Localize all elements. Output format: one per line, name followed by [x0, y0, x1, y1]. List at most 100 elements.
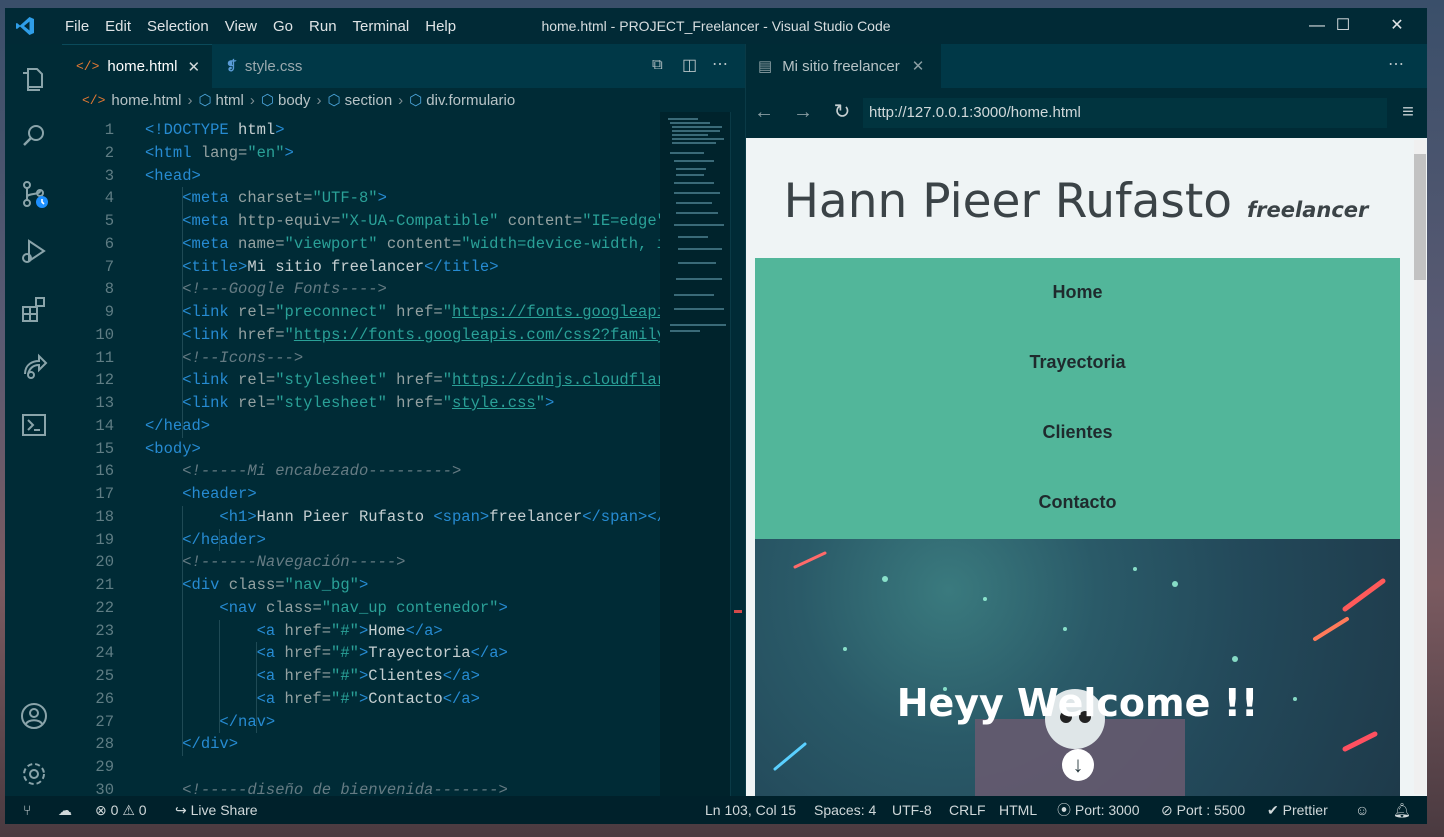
tab-label: style.css — [244, 57, 303, 75]
encoding[interactable]: UTF-8 — [892, 796, 932, 824]
code-line[interactable]: 29 — [62, 756, 660, 779]
more-actions-icon[interactable]: ⋯ — [712, 54, 728, 74]
code-line[interactable]: 17 <header> — [62, 483, 660, 506]
code-line[interactable]: 20 <!------Navegación-----> — [62, 551, 660, 574]
line-number: 22 — [95, 598, 114, 617]
code-line[interactable]: 21 <div class="nav_bg"> — [62, 574, 660, 597]
activity-bar — [5, 44, 62, 796]
menu-file[interactable]: File — [57, 18, 97, 35]
code-line[interactable]: 1 <!DOCTYPE html> — [62, 119, 660, 142]
code-line[interactable]: 27 </nav> — [62, 711, 660, 734]
line-number: 19 — [95, 530, 114, 549]
menu-go[interactable]: Go — [265, 18, 301, 35]
code-line[interactable]: 18 <h1>Hann Pieer Rufasto <span>freelanc… — [62, 506, 660, 529]
code-line[interactable]: 7 <title>Mi sitio freelancer</title> — [62, 256, 660, 279]
close-button[interactable]: ✕ — [1372, 8, 1422, 44]
language-mode[interactable]: HTML — [999, 796, 1037, 824]
code-line[interactable]: 2 <html lang="en"> — [62, 142, 660, 165]
account-icon[interactable] — [17, 699, 51, 733]
menu-view[interactable]: View — [217, 18, 265, 35]
url-input[interactable]: http://127.0.0.1:3000/home.html — [863, 98, 1387, 128]
menu-edit[interactable]: Edit — [97, 18, 139, 35]
code-editor[interactable]: 1 <!DOCTYPE html> 2 <html lang="en"> 3 <head>… — [62, 112, 660, 796]
minimap[interactable] — [660, 112, 730, 796]
code-line[interactable]: 16 <!-----Mi encabezado---------> — [62, 460, 660, 483]
browser-tab-bar: ▤ Mi sitio freelancer ✕ ⋯ — [746, 44, 1427, 88]
close-tab-icon[interactable]: ✕ — [912, 57, 925, 75]
indentation[interactable]: Spaces: 4 — [814, 796, 876, 824]
site-nav-clientes[interactable]: Clientes — [755, 422, 1400, 443]
menu-selection[interactable]: Selection — [139, 18, 217, 35]
live-server-port-button[interactable]: ⦿ Port: 3000 — [1057, 796, 1140, 824]
code-line[interactable]: 8 <!---Google Fonts----> — [62, 278, 660, 301]
extensions-icon[interactable] — [17, 292, 51, 326]
code-line[interactable]: 12 <link rel="stylesheet" href="https://… — [62, 369, 660, 392]
editor-scrollbar[interactable] — [730, 112, 745, 796]
terminal-icon[interactable] — [17, 408, 51, 442]
browser-preview-pane: ▤ Mi sitio freelancer ✕ ⋯ ← → ↻ http://1… — [745, 44, 1427, 796]
code-line[interactable]: 13 <link rel="stylesheet" href="style.cs… — [62, 392, 660, 415]
breadcrumb-section[interactable]: section — [345, 92, 393, 109]
code-line[interactable]: 4 <meta charset="UTF-8"> — [62, 187, 660, 210]
back-arrow-icon[interactable]: ← — [752, 100, 776, 124]
go-live-port-button[interactable]: ⊘ Port : 5500 — [1161, 796, 1245, 824]
error-marker — [734, 610, 742, 613]
code-line[interactable]: 11 <!--Icons---> — [62, 347, 660, 370]
problems-indicator[interactable]: ⊗ 0 ⚠ 0 — [95, 796, 147, 824]
code-line[interactable]: 30 <!-----diseño de bienvenida-------> — [62, 779, 660, 796]
forward-arrow-icon[interactable]: → — [791, 100, 815, 124]
cloud-sync-icon[interactable]: ☁ — [58, 796, 72, 824]
prettier-button[interactable]: ✔ Prettier — [1267, 796, 1328, 824]
more-actions-icon[interactable]: ⋯ — [1388, 54, 1404, 74]
code-line[interactable]: 3 <head> — [62, 165, 660, 188]
breadcrumb-div[interactable]: div.formulario — [426, 92, 515, 109]
tab-style-css[interactable]: ❡ style.css — [212, 44, 342, 88]
hamburger-menu-icon[interactable]: ≡ — [1396, 100, 1420, 124]
code-line[interactable]: 25 <a href="#">Clientes</a> — [62, 665, 660, 688]
feedback-icon[interactable]: ☺ — [1355, 796, 1369, 824]
browser-scrollbar-thumb[interactable] — [1414, 154, 1426, 280]
code-text: </div> — [182, 735, 239, 754]
open-preview-icon[interactable]: ⧉ — [652, 56, 663, 73]
notifications-bell-icon[interactable]: 🔔︎ — [1393, 796, 1411, 824]
tab-home-html[interactable]: </> home.html ✕ — [62, 44, 212, 88]
reload-icon[interactable]: ↻ — [830, 100, 854, 124]
site-nav-trayectoria[interactable]: Trayectoria — [755, 352, 1400, 373]
menu-help[interactable]: Help — [417, 18, 464, 35]
code-line[interactable]: 19 </header> — [62, 529, 660, 552]
code-line[interactable]: 5 <meta http-equiv="X-UA-Compatible" con… — [62, 210, 660, 233]
breadcrumb-body[interactable]: body — [278, 92, 311, 109]
code-line[interactable]: 14 </head> — [62, 415, 660, 438]
menu-run[interactable]: Run — [301, 18, 345, 35]
arrow-down-circle-icon[interactable]: ↓ — [1062, 749, 1094, 781]
code-line[interactable]: 26 <a href="#">Contacto</a> — [62, 688, 660, 711]
code-line[interactable]: 10 <link href="https://fonts.googleapis.… — [62, 324, 660, 347]
code-line[interactable]: 15 <body> — [62, 438, 660, 461]
close-tab-icon[interactable]: ✕ — [187, 58, 200, 76]
site-nav: Home Trayectoria Clientes Contacto — [755, 258, 1400, 539]
source-control-icon[interactable] — [17, 177, 51, 211]
site-nav-home[interactable]: Home — [755, 282, 1400, 303]
menu-terminal[interactable]: Terminal — [345, 18, 418, 35]
run-debug-icon[interactable] — [17, 234, 51, 268]
code-line[interactable]: 6 <meta name="viewport" content="width=d… — [62, 233, 660, 256]
cursor-position[interactable]: Ln 103, Col 15 — [705, 796, 796, 824]
code-line[interactable]: 24 <a href="#">Trayectoria</a> — [62, 642, 660, 665]
line-ending[interactable]: CRLF — [949, 796, 986, 824]
code-line[interactable]: 23 <a href="#">Home</a> — [62, 620, 660, 643]
explorer-icon[interactable] — [17, 62, 51, 96]
code-line[interactable]: 28 </div> — [62, 733, 660, 756]
split-editor-icon[interactable]: ◫ — [682, 55, 697, 75]
live-share-icon[interactable] — [17, 350, 51, 384]
live-share-button[interactable]: ↪ Live Share — [175, 796, 258, 824]
breadcrumb-html[interactable]: html — [216, 92, 244, 109]
maximize-button[interactable]: ☐ — [1318, 8, 1368, 44]
code-line[interactable]: 9 <link rel="preconnect" href="https://f… — [62, 301, 660, 324]
site-nav-contacto[interactable]: Contacto — [755, 492, 1400, 513]
remote-branch-icon[interactable]: ⑂ — [23, 796, 31, 824]
tab-browser-preview[interactable]: ▤ Mi sitio freelancer ✕ — [746, 44, 941, 88]
breadcrumb-file[interactable]: home.html — [111, 92, 181, 109]
code-line[interactable]: 22 <nav class="nav_up contenedor"> — [62, 597, 660, 620]
search-icon[interactable] — [17, 119, 51, 153]
settings-gear-icon[interactable] — [17, 757, 51, 791]
